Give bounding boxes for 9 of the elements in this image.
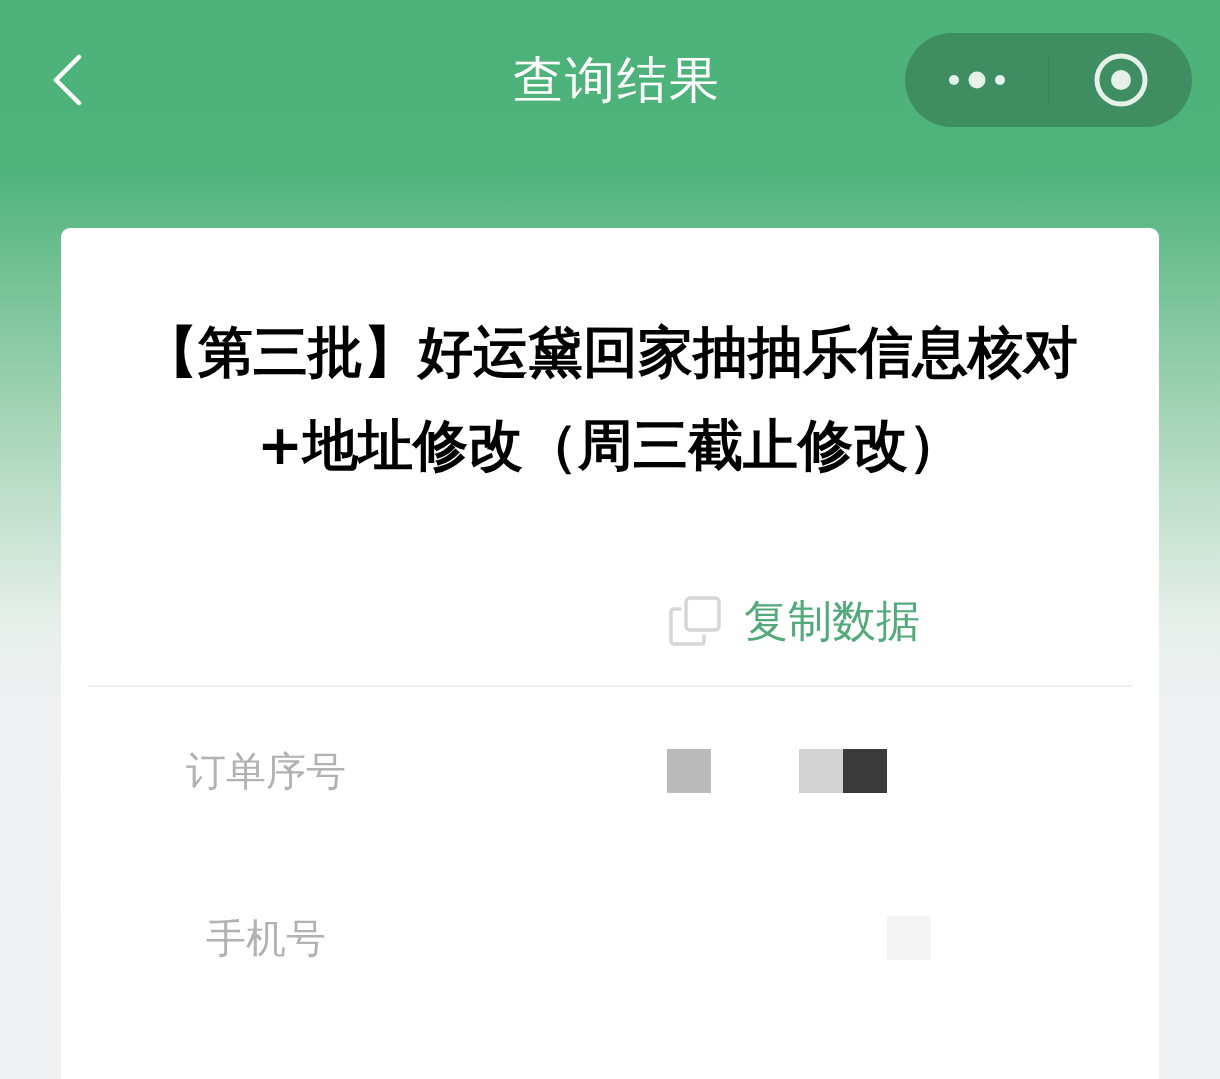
ring-dot-icon: [1093, 53, 1148, 107]
back-icon: [52, 54, 82, 106]
field-label: 订单序号: [186, 746, 346, 796]
page-title: 查询结果: [513, 50, 721, 110]
copy-data-button[interactable]: 复制数据: [669, 594, 920, 648]
field-label: 手机号: [206, 913, 326, 963]
card-title: 【第三批】好运黛回家抽抽乐信息核对+地址修改（周三截止修改）: [141, 319, 1079, 479]
more-icon: [948, 71, 1005, 89]
copy-icon: [669, 596, 721, 646]
